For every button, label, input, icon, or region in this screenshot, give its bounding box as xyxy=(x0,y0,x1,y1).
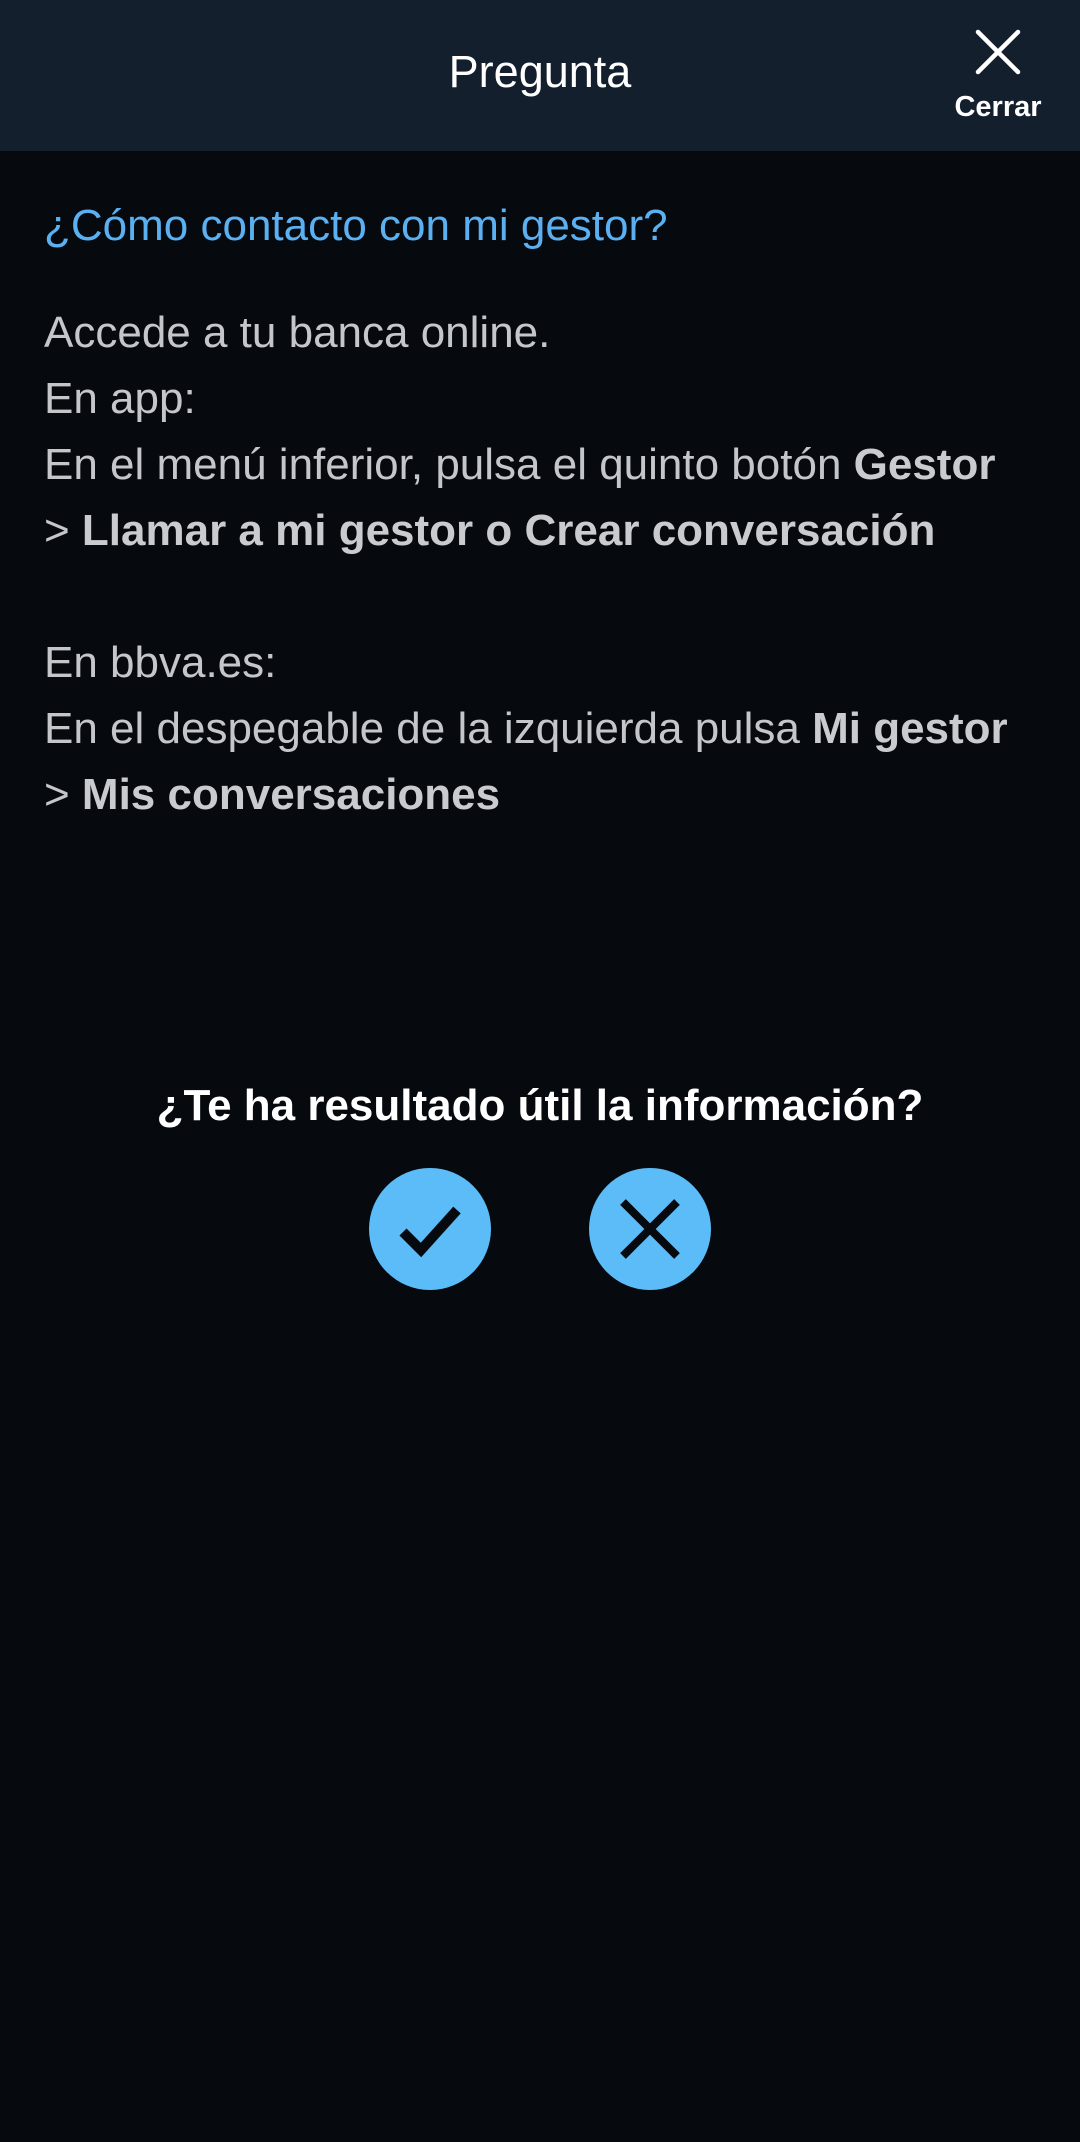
answer-bold-text: Mis conversaciones xyxy=(81,770,501,819)
answer-text: En el menú inferior, pulsa el quinto bot… xyxy=(44,440,854,489)
answer-bold-text: Mi gestor xyxy=(812,704,1008,753)
answer-line: > Llamar a mi gestor o Crear conversació… xyxy=(44,498,1044,564)
answer-line: En el despegable de la izquierda pulsa M… xyxy=(44,696,1044,762)
feedback-section: ¿Te ha resultado útil la información? xyxy=(0,1078,1080,1290)
close-icon xyxy=(975,29,1021,75)
answer-text: > xyxy=(44,506,82,555)
close-button[interactable]: Cerrar xyxy=(938,22,1058,132)
page-title: Pregunta xyxy=(448,46,632,97)
feedback-yes-button[interactable] xyxy=(369,1168,491,1290)
answer-bold-text: Llamar a mi gestor o Crear conversación xyxy=(81,506,936,555)
answer-line: Accede a tu banca online. xyxy=(44,308,551,357)
answer-text: En el despegable de la izquierda pulsa xyxy=(44,704,813,753)
feedback-buttons xyxy=(0,1168,1080,1292)
answer-line: > Mis conversaciones xyxy=(44,762,1044,828)
feedback-no-button[interactable] xyxy=(589,1168,711,1290)
checkmark-icon xyxy=(399,1206,461,1258)
feedback-question: ¿Te ha resultado útil la información? xyxy=(156,1081,924,1130)
top-bar: Pregunta Cerrar xyxy=(0,0,1080,151)
faq-answer: Accede a tu banca online. En app: En el … xyxy=(44,300,1044,828)
faq-screen: Pregunta Cerrar ¿Cómo contacto con mi ge… xyxy=(0,0,1080,2142)
close-icon xyxy=(620,1199,680,1259)
faq-content: ¿Cómo contacto con mi gestor? Accede a t… xyxy=(44,196,1044,828)
faq-question: ¿Cómo contacto con mi gestor? xyxy=(44,201,668,250)
answer-line: En el menú inferior, pulsa el quinto bot… xyxy=(44,432,1044,498)
answer-bold-text: Gestor xyxy=(853,440,996,489)
answer-line: En bbva.es: xyxy=(44,638,277,687)
answer-line: En app: xyxy=(44,374,196,423)
answer-text: > xyxy=(44,770,82,819)
close-label: Cerrar xyxy=(954,91,1042,123)
